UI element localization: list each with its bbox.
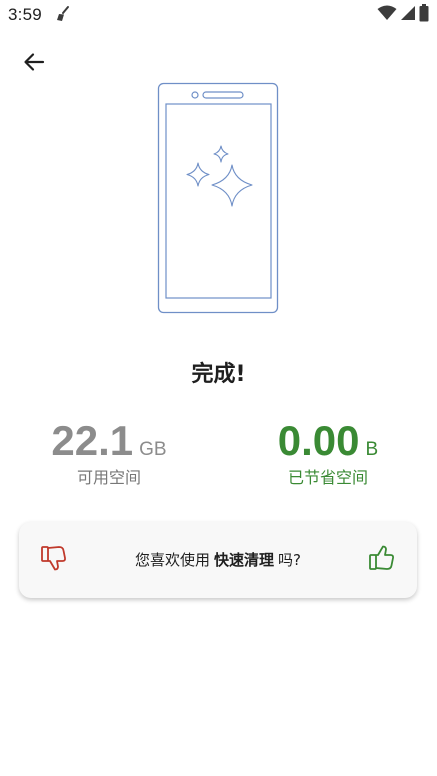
saved-space-unit: B [365, 439, 379, 460]
back-button[interactable] [12, 44, 56, 84]
feedback-prefix: 您喜欢使用 [135, 551, 211, 569]
signal-icon [400, 5, 416, 25]
free-space-label: 可用空间 [76, 468, 141, 487]
feedback-question: 您喜欢使用 快速清理 吗? [79, 549, 357, 570]
thumbs-up-icon [368, 544, 396, 576]
thumbs-down-button[interactable] [34, 540, 74, 580]
status-icons [377, 4, 429, 26]
phone-sparkles-illustration [157, 82, 281, 314]
feedback-card: 您喜欢使用 快速清理 吗? [19, 522, 417, 598]
feedback-suffix: 吗? [278, 551, 301, 569]
free-space-unit: GB [139, 439, 167, 460]
thumbs-up-button[interactable] [362, 540, 402, 580]
saved-space-value: 0.00 [277, 417, 360, 464]
status-bar: 3:59 [0, 0, 437, 32]
broom-icon [54, 5, 72, 23]
battery-icon [419, 4, 429, 26]
saved-space-stat: 0.00 B 已节省空间 [228, 418, 428, 488]
result-title: 完成! [191, 362, 246, 387]
status-time: 3:59 [8, 5, 42, 24]
thumbs-down-icon [40, 544, 68, 576]
saved-space-label: 已节省空间 [287, 468, 368, 487]
wifi-icon [377, 5, 397, 25]
arrow-left-icon [22, 50, 46, 78]
feedback-feature-name: 快速清理 [214, 551, 275, 569]
free-space-value: 22.1 [51, 417, 134, 464]
free-space-stat: 22.1 GB 可用空间 [9, 418, 209, 488]
